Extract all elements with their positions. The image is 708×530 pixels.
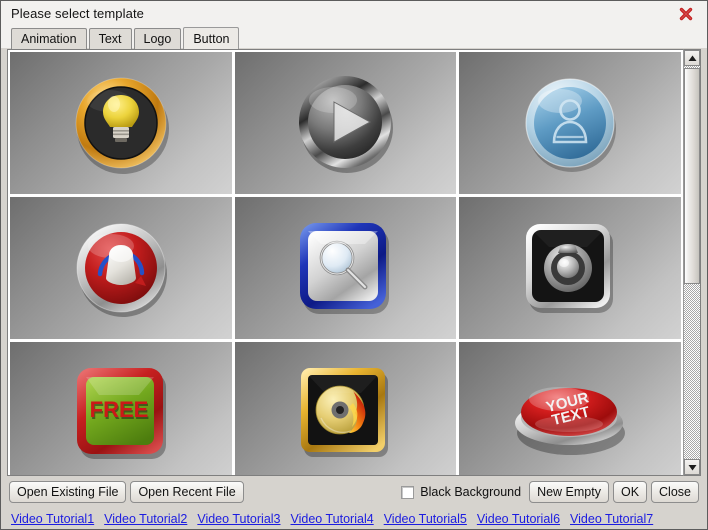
scrollbar-track[interactable] [684, 66, 700, 459]
tutorial-link-1[interactable]: Video Tutorial1 [11, 512, 94, 526]
red-dome-your-text-icon: YOUR TEXT [515, 387, 626, 455]
template-grid-panel: FREE FREE YOUR TEXT [7, 49, 683, 476]
tutorial-link-4[interactable]: Video Tutorial4 [291, 512, 374, 526]
page-title: Please select template [11, 6, 144, 21]
tab-button[interactable]: Button [183, 27, 240, 49]
green-free-icon: FREE FREE [76, 368, 166, 459]
green-free-caption: FREE [89, 397, 148, 422]
tutorial-link-3[interactable]: Video Tutorial3 [197, 512, 280, 526]
template-cell-lightbulb-gold-ring-button[interactable] [10, 52, 232, 194]
content-area: FREE FREE YOUR TEXT [1, 49, 707, 476]
black-speaker-icon [526, 224, 614, 313]
close-icon[interactable] [673, 3, 699, 25]
open-existing-file-button[interactable]: Open Existing File [9, 481, 127, 503]
template-cell-blue-frame-search-button[interactable] [234, 197, 457, 339]
template-cell-chrome-play-button[interactable] [234, 52, 457, 194]
tutorial-link-6[interactable]: Video Tutorial6 [477, 512, 560, 526]
template-cell-gold-frame-burning-disc-button[interactable] [234, 342, 457, 475]
template-cell-red-dome-your-text-button[interactable]: YOUR TEXT [459, 342, 681, 475]
black-background-checkbox[interactable] [401, 485, 415, 499]
new-empty-button[interactable]: New Empty [529, 481, 609, 503]
template-cell-green-free-button[interactable]: FREE FREE [10, 342, 232, 475]
red-knob-dial-icon [76, 223, 167, 317]
tab-text[interactable]: Text [88, 28, 132, 49]
black-background-label: Black Background [420, 485, 522, 499]
scroll-up-icon[interactable] [684, 50, 700, 66]
template-chooser-dialog: Please select template Animation Text Lo… [0, 0, 708, 530]
blue-frame-search-icon [300, 223, 390, 314]
ok-button[interactable]: OK [612, 481, 648, 503]
template-cell-blue-user-glossy-button[interactable] [459, 52, 681, 194]
chrome-play-icon [299, 76, 394, 173]
open-recent-file-button[interactable]: Open Recent File [130, 481, 244, 503]
tab-animation[interactable]: Animation [11, 28, 87, 49]
dialog-action-bar: Open Existing File Open Recent File Blac… [1, 476, 707, 508]
tutorial-link-2[interactable]: Video Tutorial2 [104, 512, 187, 526]
tab-logo[interactable]: Logo [133, 28, 182, 49]
gold-frame-burning-disc-icon [301, 368, 389, 457]
template-cell-black-speaker-button[interactable] [459, 197, 681, 339]
template-category-tabs: Animation Text Logo Button [1, 26, 707, 49]
close-button[interactable]: Close [651, 481, 699, 503]
lightbulb-gold-ring-icon [75, 77, 169, 174]
vertical-scrollbar[interactable] [683, 49, 701, 476]
tutorial-links-bar: Video Tutorial1 Video Tutorial2 Video Tu… [1, 508, 707, 529]
blue-user-glossy-icon [525, 78, 617, 172]
scroll-down-icon[interactable] [684, 459, 700, 475]
scrollbar-thumb[interactable] [684, 68, 700, 285]
tutorial-link-5[interactable]: Video Tutorial5 [384, 512, 467, 526]
dialog-titlebar: Please select template [1, 1, 707, 26]
template-cell-red-knob-dial-button[interactable] [10, 197, 232, 339]
tutorial-link-7[interactable]: Video Tutorial7 [570, 512, 653, 526]
black-background-checkbox-wrapper[interactable]: Black Background [401, 485, 521, 499]
template-grid: FREE FREE YOUR TEXT [10, 52, 681, 475]
